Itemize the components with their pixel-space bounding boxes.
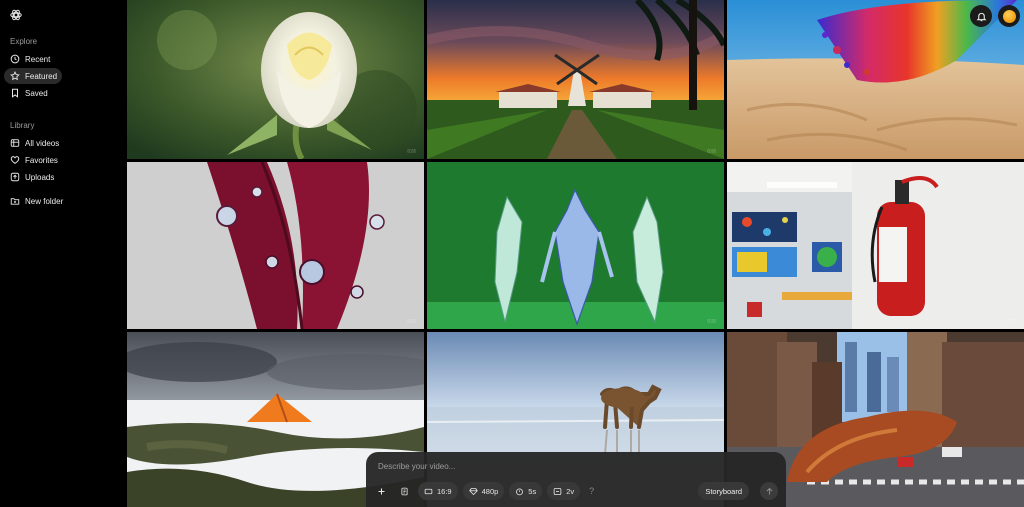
sidebar-item-uploads[interactable]: Uploads <box>4 169 62 185</box>
aspect-ratio-selector[interactable]: 16:9 <box>418 482 458 500</box>
add-media-button[interactable] <box>372 482 390 500</box>
bookmark-icon <box>9 88 20 99</box>
preset-icon <box>400 487 408 495</box>
submit-button[interactable] <box>760 482 778 500</box>
sidebar-item-label: Recent <box>25 54 51 64</box>
tile-watermark: ▯▯▯▯ <box>707 148 716 153</box>
tile-watermark: ▯▯▯▯ <box>1007 318 1016 323</box>
variations-value: 2v <box>566 486 575 496</box>
aspect-ratio-value: 16:9 <box>437 486 452 496</box>
duration-value: 5s <box>528 486 537 496</box>
resolution-value: 480p <box>481 486 499 496</box>
folder-plus-icon <box>9 196 20 207</box>
library-heading: Library <box>10 121 35 130</box>
variations-selector[interactable]: 2v <box>547 482 581 500</box>
rose-thumbnail <box>127 0 424 159</box>
sidebar-item-featured[interactable]: Featured <box>4 68 62 84</box>
heart-icon <box>9 155 20 166</box>
new-folder-button[interactable]: New folder <box>4 193 76 209</box>
tile-watermark: ▯▯▯▯ <box>707 318 716 323</box>
arrow-up-icon <box>766 487 772 494</box>
video-tile-crystal-figures[interactable]: ▯▯▯▯ <box>427 162 724 329</box>
resolution-selector[interactable]: 480p <box>462 482 505 500</box>
openai-logo-icon[interactable] <box>9 8 23 22</box>
sidebar-item-label: Uploads <box>25 172 55 182</box>
video-tile-rose[interactable]: ▯▯▯▯ <box>127 0 424 159</box>
windmill-thumbnail <box>427 0 724 159</box>
aspect-ratio-icon <box>424 488 433 494</box>
fire-extinguisher-thumbnail <box>727 162 1024 329</box>
sidebar-item-all-videos[interactable]: All videos <box>4 135 62 151</box>
explore-heading: Explore <box>10 37 38 46</box>
upload-icon <box>9 172 20 183</box>
sidebar-item-label: Saved <box>25 88 48 98</box>
new-folder-label: New folder <box>25 196 64 206</box>
sidebar-item-recent[interactable]: Recent <box>4 51 62 67</box>
plus-icon <box>378 488 384 494</box>
clock-icon <box>9 54 20 65</box>
video-tile-fire-extinguisher[interactable]: ▯▯▯▯ <box>727 162 1024 329</box>
dew-leaf-thumbnail <box>127 162 424 329</box>
sidebar: Explore Recent Featured Saved Library Al… <box>0 0 126 507</box>
tile-watermark: ▯▯▯▯ <box>407 318 416 323</box>
prompt-input[interactable]: Describe your video... <box>378 462 455 471</box>
timer-icon <box>516 487 524 495</box>
presets-button[interactable] <box>395 482 413 500</box>
video-tile-dew-leaf[interactable]: ▯▯▯▯ <box>127 162 424 329</box>
bell-icon <box>976 12 986 21</box>
sidebar-item-label: Favorites <box>25 155 58 165</box>
user-avatar[interactable] <box>998 5 1020 27</box>
header-actions <box>970 5 1020 27</box>
tile-watermark: ▯▯▯▯ <box>407 148 416 153</box>
star-icon <box>9 71 20 82</box>
composer-toolbar: 16:9 480p 5s 2v ? Storyboard <box>372 481 780 501</box>
video-gallery: ▯▯▯▯ ▯▯▯▯ ▯▯▯▯ ▯▯▯▯ ▯▯▯▯ <box>127 0 1024 507</box>
duration-selector[interactable]: 5s <box>509 482 543 500</box>
video-grid-icon <box>9 138 20 149</box>
help-icon[interactable]: ? <box>589 486 594 496</box>
sidebar-item-favorites[interactable]: Favorites <box>4 152 62 168</box>
diamond-icon <box>468 487 478 495</box>
video-prompt-composer: Describe your video... 16:9 480p 5s 2v ?… <box>366 452 786 507</box>
avatar-image <box>1002 9 1016 23</box>
crystal-figures-thumbnail <box>427 162 724 329</box>
sidebar-item-label: Featured <box>25 71 58 81</box>
sidebar-item-saved[interactable]: Saved <box>4 85 62 101</box>
storyboard-button[interactable]: Storyboard <box>698 482 749 500</box>
notifications-button[interactable] <box>970 5 992 27</box>
sidebar-item-label: All videos <box>25 138 60 148</box>
variations-icon <box>553 487 562 495</box>
video-tile-windmill[interactable]: ▯▯▯▯ <box>427 0 724 159</box>
